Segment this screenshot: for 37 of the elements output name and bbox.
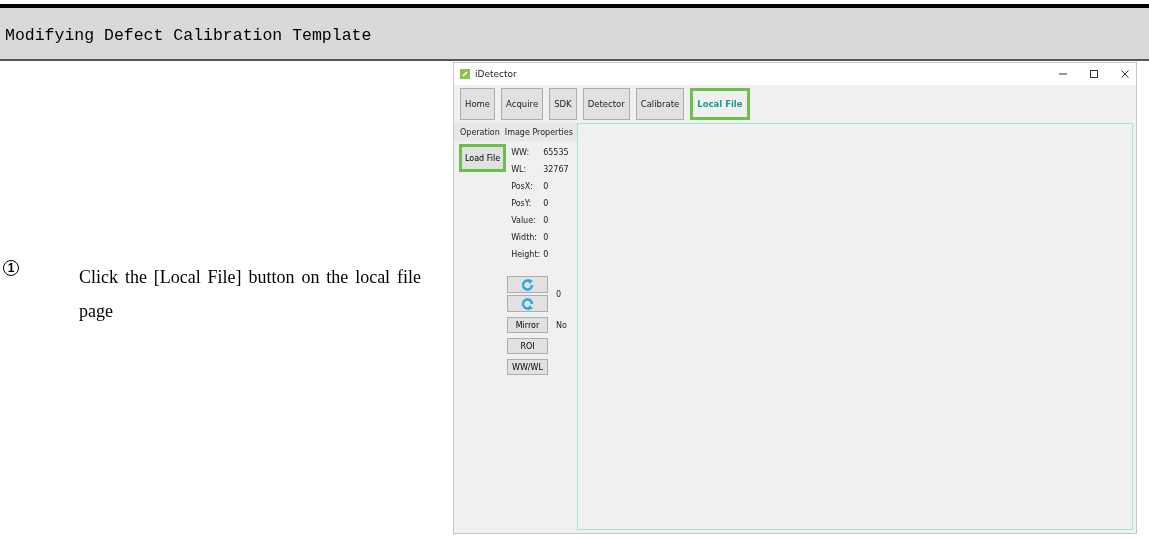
rotate-right-button[interactable]: [507, 276, 548, 293]
property-value: 0: [543, 199, 549, 208]
property-value: 65535: [543, 148, 569, 157]
property-value: 0: [543, 233, 549, 242]
property-value: 0: [543, 182, 549, 191]
app-logo-icon: [460, 69, 470, 79]
tool-button[interactable]: WW/WL: [507, 359, 548, 375]
panel-header[interactable]: Operation: [460, 128, 500, 137]
property-label: PosX:: [511, 182, 534, 191]
tab[interactable]: Calibrate: [635, 88, 685, 120]
mirror-value: No: [556, 320, 567, 330]
rotation-value: 0: [556, 289, 562, 299]
panel-header[interactable]: Image Properties: [504, 128, 573, 137]
tab[interactable]: Home: [460, 88, 496, 120]
property-value: 0: [543, 250, 549, 259]
section-title: Modifying Defect Calibration Template: [5, 26, 372, 45]
rotate-right-icon: [520, 277, 535, 292]
window-title: iDetector: [475, 69, 518, 79]
tab[interactable]: SDK: [549, 88, 577, 120]
tab[interactable]: Acquire: [501, 88, 544, 120]
close-icon[interactable]: [1120, 69, 1130, 79]
step-text: Click the [Local File] button on the local file page: [79, 265, 421, 323]
property-value: 32767: [543, 165, 569, 174]
property-value: 0: [543, 216, 549, 225]
mirror-button[interactable]: Mirror: [507, 317, 548, 333]
tool-button[interactable]: ROI: [507, 338, 548, 354]
property-label: PosY:: [511, 199, 533, 208]
tab[interactable]: Detector: [582, 88, 630, 120]
rotate-left-icon: [520, 296, 535, 311]
property-label: WW:: [511, 148, 531, 157]
load-file-button[interactable]: Load File: [459, 144, 507, 172]
property-label: Value:: [511, 216, 537, 225]
rotate-left-button[interactable]: [507, 295, 548, 312]
property-label: Width:: [511, 233, 539, 242]
maximize-icon[interactable]: [1089, 69, 1099, 79]
property-label: WL:: [511, 165, 528, 174]
property-label: Height:: [511, 250, 542, 259]
